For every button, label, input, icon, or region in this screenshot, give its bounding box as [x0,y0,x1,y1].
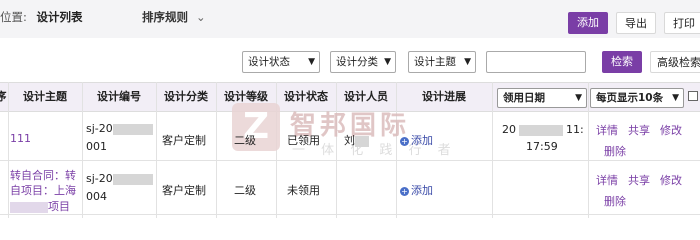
row-level: 二级 [234,134,256,147]
row-actions-delete: 删除 [604,193,636,209]
sort-rule-label: 排序规则 [142,10,188,24]
column-divider [216,82,217,218]
detail-link[interactable]: 详情 [596,124,618,137]
column-divider [82,82,83,218]
share-link[interactable]: 共享 [628,124,650,137]
row-category: 客户定制 [162,134,206,147]
page-size-select-value: 每页显示10条 [596,92,664,104]
row-topic-link-line3[interactable]: 项目 [10,198,70,214]
column-divider [588,82,589,218]
row-code-line2: 001 [86,140,107,153]
page-size-select[interactable]: 每页显示10条 ▼ [590,88,684,108]
row-progress-add-label: 添加 [411,184,433,197]
edit-link[interactable]: 修改 [660,174,682,187]
design-topic-select[interactable]: 设计主题 ▼ [408,51,476,73]
row-actions: 详情 共享 修改 [596,122,692,138]
plus-circle-icon: + [400,136,409,146]
redacted-block [519,124,563,136]
column-header-index: 序 [0,90,7,103]
row-divider [0,214,700,215]
page-title: 设计列表 [36,10,83,24]
design-category-select[interactable]: 设计分类 ▼ [330,51,396,73]
row-topic-link[interactable]: 111 [10,132,31,145]
export-button[interactable]: 导出 [616,12,656,34]
column-header-code: 设计编号 [97,90,141,103]
design-topic-select-value: 设计主题 [414,56,456,68]
redacted-block [112,173,153,185]
row-progress-add-link[interactable]: + 添加 [400,132,433,148]
delete-link[interactable]: 删除 [604,195,626,208]
share-link[interactable]: 共享 [628,174,650,187]
column-header-category: 设计分类 [164,90,208,103]
row-code-line2: 004 [86,190,107,203]
breadcrumb-prefix: 位置: [0,10,27,24]
chevron-down-icon: ⌄ [196,10,206,24]
column-divider [276,82,277,218]
row-actions: 详情 共享 修改 [596,172,692,188]
design-status-select[interactable]: 设计状态 ▼ [242,51,320,73]
print-button[interactable]: 打印 [664,12,700,34]
row-topic-link-line2[interactable]: 自项目：上海 [10,182,76,198]
row-code-line1: sj-20 [86,172,113,185]
row-code: sj-20 [86,122,153,135]
select-all-checkbox[interactable] [688,91,698,101]
chevron-down-icon: ▼ [464,57,471,67]
row-code: sj-20 [86,172,153,185]
delete-link[interactable]: 删除 [604,145,626,158]
row-category: 客户定制 [162,184,206,197]
column-divider [156,82,157,218]
row-code-line1: sj-20 [86,122,113,135]
column-header-person: 设计人员 [344,90,388,103]
row-actions-delete: 删除 [604,143,636,159]
plus-circle-icon: + [400,186,409,196]
row-status: 未领用 [287,184,320,197]
column-header-progress: 设计进展 [422,90,466,103]
redacted-block [112,123,153,135]
design-status-select-value: 设计状态 [248,56,290,68]
breadcrumb: 位置: 设计列表 [0,9,83,25]
row-level: 二级 [234,184,256,197]
top-toolbar: 位置: 设计列表 排序规则 ⌄ 添加 导出 打印 [0,0,700,38]
add-button[interactable]: 添加 [568,12,608,34]
column-header-topic: 设计主题 [23,90,67,103]
row-date: 20 11: [502,123,584,136]
search-button[interactable]: 检索 [602,51,642,73]
column-divider [336,82,337,218]
search-input[interactable] [486,51,586,73]
row-time: 17:59 [526,140,558,153]
row-status: 已领用 [287,134,320,147]
design-category-select-value: 设计分类 [336,56,378,68]
edit-link[interactable]: 修改 [660,124,682,137]
chevron-down-icon: ▼ [672,93,679,103]
row-person-name: 刘 [344,134,355,147]
row-date-start: 20 [502,123,516,136]
row-person: 刘 [344,132,369,148]
row-progress-add-label: 添加 [411,134,433,147]
advanced-search-button[interactable]: 高级检索 [650,51,700,73]
date-column-select[interactable]: 领用日期 ▼ [497,88,587,108]
row-progress-add-link[interactable]: + 添加 [400,182,433,198]
column-divider [8,82,9,218]
row-date-end: 11: [566,123,584,136]
date-column-select-value: 领用日期 [503,92,545,104]
column-header-level: 设计等级 [224,90,268,103]
chevron-down-icon: ▼ [308,57,315,67]
chevron-down-icon: ▼ [384,57,391,67]
column-header-status: 设计状态 [284,90,328,103]
redacted-block [355,135,369,147]
row-topic-line3-text: 项目 [48,200,70,213]
row-divider [0,160,700,161]
table-header: 序 设计主题 设计编号 设计分类 设计等级 设计状态 设计人员 设计进展 领用日… [0,82,700,112]
row-topic-link-line1[interactable]: 转自合同：转 [10,167,76,183]
column-divider [492,82,493,218]
sort-rule-dropdown[interactable]: 排序规则 ⌄ [142,9,206,25]
redacted-block [10,201,48,213]
column-divider [396,82,397,218]
detail-link[interactable]: 详情 [596,174,618,187]
chevron-down-icon: ▼ [575,93,582,103]
